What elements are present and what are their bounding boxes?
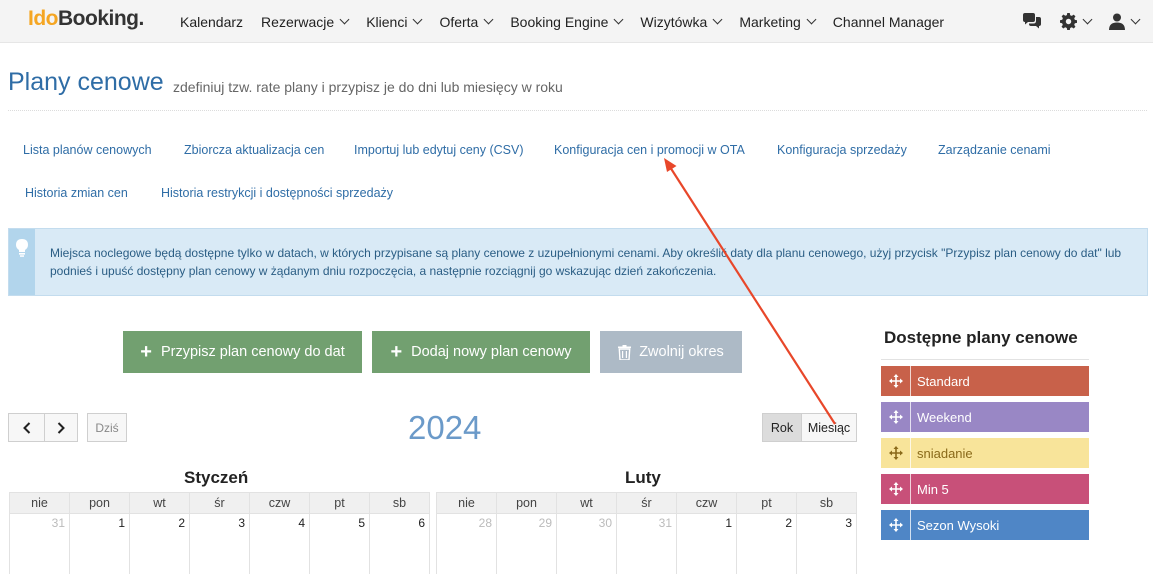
annotation-arrow [664, 158, 836, 425]
